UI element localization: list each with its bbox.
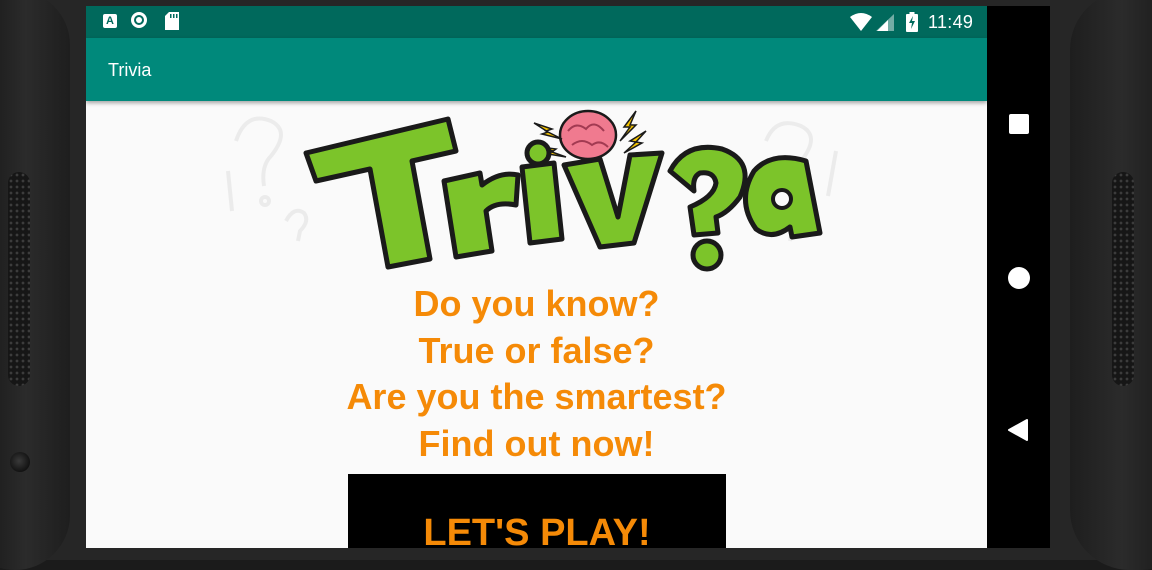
sd-card-icon [165,12,179,30]
brain-illustration [558,109,618,161]
cell-signal-icon [876,14,894,31]
lets-play-label: LET'S PLAY! [423,512,651,548]
battery-charging-icon [906,12,918,32]
emulator-device-frame: A 11:49 Trivia Do you know? True or fals… [0,0,1152,570]
text-a-icon: A [103,14,117,28]
speaker-grille-right [1112,172,1134,386]
tagline-block: Do you know? True or false? Are you the … [86,281,987,467]
tagline-2: True or false? [418,329,655,371]
back-triangle-icon[interactable] [1007,418,1029,442]
status-time: 11:49 [928,12,974,32]
status-bar: A 11:49 [86,6,987,38]
tagline-1: Do you know? [413,283,660,324]
lets-play-button[interactable]: LET'S PLAY! [348,474,726,548]
app-toolbar: Trivia [86,38,987,101]
tagline-4: Find out now! [418,422,655,464]
front-camera [10,452,30,472]
app-title: Trivia [108,60,152,80]
wifi-icon [850,13,872,31]
main-content: Do you know? True or false? Are you the … [86,101,987,548]
system-nav-bar [987,6,1050,548]
phone-screen: A 11:49 Trivia Do you know? True or fals… [86,6,1050,548]
tagline-3: Are you the smartest? [346,376,727,417]
wordmark-a-counter [771,188,793,210]
speaker-grille-left [8,172,30,386]
recents-square-icon[interactable] [1009,114,1029,134]
trivia-logo [226,109,838,272]
device-bezel-right [1070,0,1152,570]
sync-circle-icon [131,12,147,28]
home-circle-icon[interactable] [1008,267,1030,289]
